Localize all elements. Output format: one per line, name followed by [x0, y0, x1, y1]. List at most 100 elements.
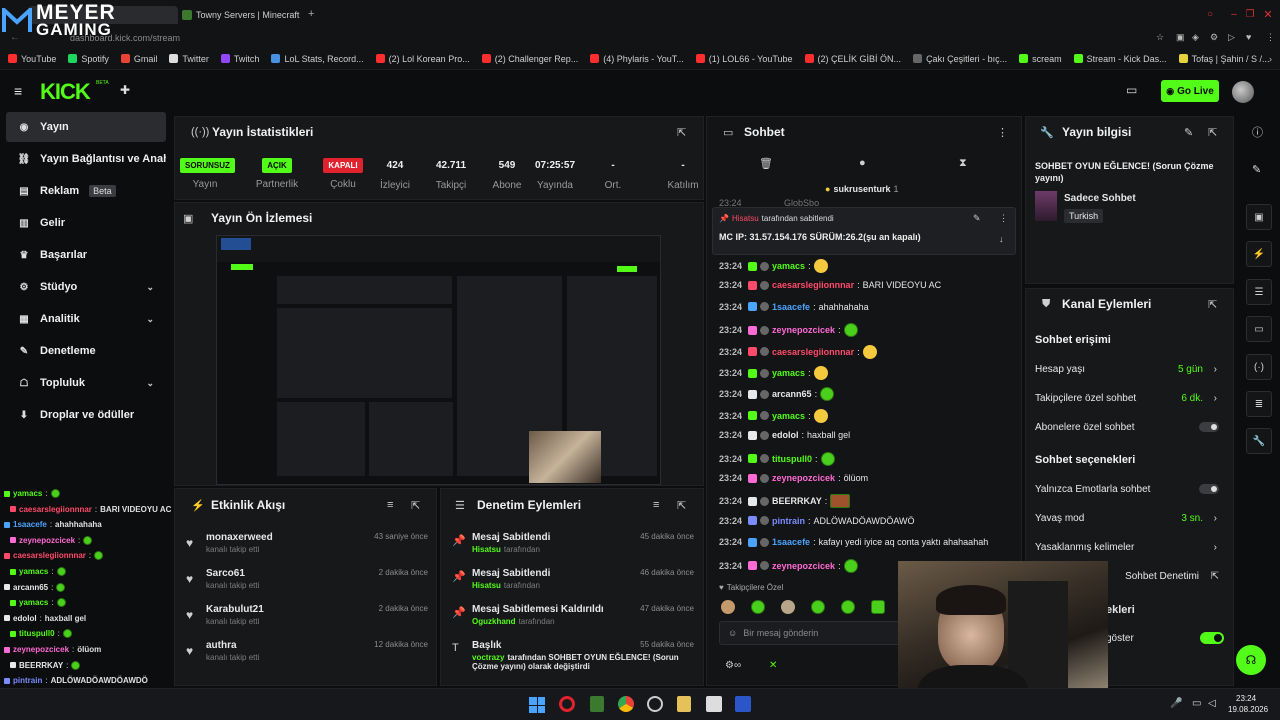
bookmark-item[interactable]: (1) LOL66 - YouTube: [695, 54, 793, 64]
followers-chat-setting[interactable]: Takipçilere özel sohbet 6 dk. ›: [1035, 391, 1225, 405]
hamburger-menu-icon[interactable]: ≡: [14, 83, 22, 99]
chat-username[interactable]: arcann65: [772, 389, 812, 399]
chat-bubble-icon[interactable]: ●: [859, 157, 866, 169]
show-toggle-on[interactable]: [1200, 632, 1224, 644]
chat-menu-icon[interactable]: ⋮: [997, 126, 1008, 139]
translate-icon[interactable]: ⚙: [1210, 32, 1218, 43]
chat-username[interactable]: yamacs: [772, 261, 805, 271]
emote-icon[interactable]: [811, 600, 825, 614]
bookmark-item[interactable]: (2) ÇELİK GİBİ ÖN...: [804, 54, 901, 64]
support-chat-button[interactable]: ☊: [1236, 645, 1266, 675]
chat-username[interactable]: 1saacefe: [772, 537, 810, 547]
sidebar-item-trophy[interactable]: ♛ Başarılar: [6, 240, 166, 270]
chat-message[interactable]: 23:24 arcann65:: [719, 387, 835, 402]
moderation-log-item[interactable]: 📌 Mesaj Sabitlendi Hisatsu tarafından 45 dak…: [450, 532, 694, 564]
chat-message[interactable]: 23:24 caesarslegiionnnar:: [719, 344, 877, 359]
stream-preview-video[interactable]: [216, 235, 661, 485]
chat-message[interactable]: 23:24 yamacs:: [719, 408, 828, 423]
address-bar[interactable]: ← dashboard.kick.com/stream ☆ ▣ ◈ ⚙ ▷ ♥ …: [0, 30, 1280, 48]
window-restore-icon[interactable]: ❐: [1244, 8, 1256, 20]
emote-icon[interactable]: [781, 600, 795, 614]
emote-only-toggle[interactable]: [1199, 484, 1219, 494]
app-taskbar-icon[interactable]: [590, 696, 604, 712]
chat-message[interactable]: 23:24 BEERRKAY:: [719, 494, 851, 509]
app-taskbar-icon[interactable]: [706, 696, 722, 712]
activity-item[interactable]: ♥ monaxerweed kanalı takip etti 43 saniye ö…: [184, 532, 428, 562]
bookmark-item[interactable]: YouTube: [8, 54, 56, 64]
browser-tab[interactable]: Towny Servers | Minecraft: [182, 6, 306, 24]
bookmark-item[interactable]: Twitter: [169, 54, 209, 64]
avatar[interactable]: [1232, 81, 1254, 103]
pinned-message[interactable]: 📌 Hisatsu tarafından sabitlendi ✎ ⋮ MC I…: [712, 207, 1016, 255]
bookmark-item[interactable]: (2) Challenger Rep...: [481, 54, 578, 64]
chat-username[interactable]: zeynepozcicek: [772, 473, 835, 483]
filter-icon[interactable]: ≡: [653, 499, 659, 511]
popout-icon[interactable]: ⇱: [1208, 298, 1217, 311]
layout-icon[interactable]: ▣: [1246, 204, 1272, 230]
chat-settings-icon[interactable]: ⚙∞: [725, 660, 741, 671]
chat-username[interactable]: edolol: [772, 430, 799, 440]
chat-username[interactable]: tituspull0: [772, 454, 812, 464]
emote-icon[interactable]: [721, 600, 735, 614]
chat-username[interactable]: caesarslegiionnnar: [772, 280, 854, 290]
chat-message[interactable]: 23:24 yamacs:: [719, 366, 828, 380]
sidebar-item-community[interactable]: ☖ Topluluk ⌄: [6, 368, 166, 398]
chat-username[interactable]: 1saacefe: [772, 302, 810, 312]
more-bookmarks-icon[interactable]: ›: [1269, 54, 1272, 64]
pencil-icon[interactable]: ✎: [1252, 163, 1261, 176]
subs-chat-toggle[interactable]: [1199, 422, 1219, 432]
moderation-log-item[interactable]: 📌 Mesaj Sabitlemesi Kaldırıldı Oguzkhand ta…: [450, 604, 694, 636]
bookmark-item[interactable]: scream: [1019, 54, 1062, 64]
chat-message[interactable]: 23:24 zeynepozcicek:: [719, 558, 858, 573]
hourglass-icon[interactable]: ⧗: [959, 157, 967, 170]
popout-icon[interactable]: ⇱: [677, 499, 686, 512]
emoji-icon[interactable]: ☺: [728, 628, 737, 638]
chat-username[interactable]: caesarslegiionnnar: [772, 347, 854, 357]
chat-username[interactable]: zeynepozcicek: [772, 325, 835, 335]
bookmark-item[interactable]: (4) Phylaris - YouT...: [590, 54, 684, 64]
activity-item[interactable]: ♥ Karabulut21 kanalı takip etti 2 dakika ön…: [184, 604, 428, 634]
expand-down-icon[interactable]: ↓: [999, 234, 1004, 244]
hide-overlay-icon[interactable]: ▭: [1126, 83, 1137, 97]
unpin-icon[interactable]: ✎: [973, 213, 981, 224]
info-icon[interactable]: ⓘ: [1252, 124, 1263, 140]
account-age-setting[interactable]: Hesap yaşı 5 gün ›: [1035, 362, 1225, 376]
chat-message[interactable]: 23:24 pintrain: ADLÖWADÖAWDÖAWÖ: [719, 516, 915, 526]
bookmark-item[interactable]: Çakı Çeşitleri - bıç...: [913, 54, 1007, 64]
chat-message[interactable]: 23:24 zeynepozcicek: ölüom: [719, 473, 868, 483]
emote-icon[interactable]: [751, 600, 765, 614]
bookmark-item[interactable]: Gmail: [120, 54, 157, 64]
emote-only-setting[interactable]: Yalnızca Emotlarla sohbet: [1035, 482, 1225, 496]
trash-icon[interactable]: 🗑: [759, 157, 773, 170]
wrench-icon[interactable]: 🔧: [1246, 428, 1272, 454]
search-tabs-icon[interactable]: ○: [1204, 8, 1216, 20]
sidebar-item-moderation[interactable]: ✎ Denetleme: [6, 336, 166, 366]
chat-icon[interactable]: ▭: [1246, 316, 1272, 342]
sidebar-item-drops[interactable]: ⬇ Droplar ve ödüller: [6, 400, 166, 430]
stack-icon[interactable]: ≣: [1246, 391, 1272, 417]
sidebar-item-analytics[interactable]: ▦ Analitik ⌄: [6, 304, 166, 334]
chat-username[interactable]: BEERRKAY: [772, 496, 822, 506]
popout-icon[interactable]: ⇱: [677, 126, 686, 139]
kick-logo[interactable]: KICK: [40, 79, 91, 105]
chat-message[interactable]: 23:24 caesarslegiionnnar: BARI VIDEOYU AC: [719, 280, 941, 290]
bookmark-item[interactable]: Stream - Kick Das...: [1073, 54, 1167, 64]
emote-icon[interactable]: [841, 600, 855, 614]
chat-username[interactable]: pintrain: [772, 516, 805, 526]
chat-username[interactable]: yamacs: [772, 411, 805, 421]
popout-icon[interactable]: ⇱: [411, 499, 420, 512]
list-icon[interactable]: ☰: [1246, 279, 1272, 305]
edit-icon[interactable]: ✎: [1184, 126, 1193, 139]
heart-icon[interactable]: ♥: [1246, 32, 1251, 42]
opera-taskbar-icon[interactable]: [559, 696, 575, 712]
bookmark-item[interactable]: Tofaş | Şahin / S /...: [1178, 54, 1270, 64]
new-tab-icon[interactable]: +: [308, 8, 314, 20]
window-minimize-icon[interactable]: –: [1228, 8, 1240, 20]
extension-icon[interactable]: ▣: [1176, 32, 1185, 43]
app-taskbar-icon[interactable]: [735, 696, 751, 712]
emote-icon[interactable]: [871, 600, 885, 614]
bookmark-item[interactable]: (2) Lol Korean Pro...: [375, 54, 470, 64]
category-name[interactable]: Sadece Sohbet: [1064, 193, 1136, 204]
app-taskbar-icon[interactable]: [647, 696, 663, 712]
popout-icon[interactable]: ⇱: [1208, 126, 1217, 139]
